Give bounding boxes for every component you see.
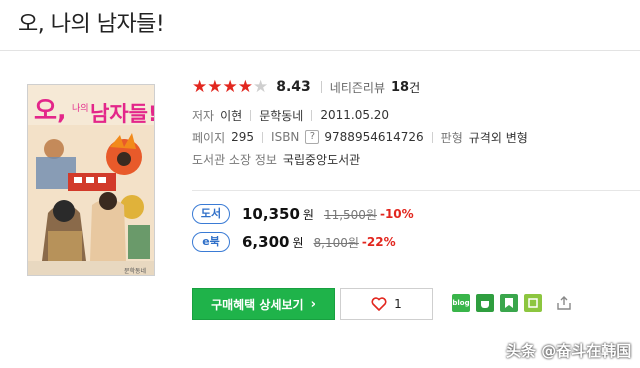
ebook-format-badge[interactable]: e북 (192, 232, 230, 252)
format-label: 판형 (440, 130, 463, 145)
ebook-original-price: 8,100원 (313, 235, 359, 250)
ebook-price: 6,300 (242, 233, 290, 251)
meta-separator (431, 131, 433, 143)
star-filled-icon: ★ (207, 76, 223, 97)
svg-text:나의: 나의 (72, 103, 89, 114)
review-count[interactable]: 18 (391, 80, 409, 95)
isbn-value: 9788954614726 (324, 130, 424, 144)
book-cover-image[interactable]: 오, 나의 남자들! 문학동네 (27, 84, 155, 276)
purchase-benefits-label: 구매혜택 상세보기 (211, 297, 304, 312)
meta-separator (311, 109, 313, 121)
bookmark-share-icon[interactable] (500, 294, 518, 312)
publisher-link[interactable]: 문학동네 (259, 107, 303, 124)
price-row-ebook: e북 6,300 원 8,100원 -22% (192, 231, 396, 253)
book-cover-illustration: 오, 나의 남자들! 문학동네 (28, 85, 155, 275)
star-filled-icon: ★ (222, 76, 238, 97)
purchase-benefits-button[interactable]: 구매혜택 상세보기 › (192, 288, 335, 320)
watermark-text: 头条 @奋斗在韩国 (506, 342, 632, 360)
book-original-price: 11,500원 (323, 207, 377, 222)
like-count: 1 (394, 297, 402, 311)
author-label: 저자 (192, 108, 215, 123)
pages-value: 295 (231, 130, 255, 144)
title-divider (0, 50, 640, 51)
blog-share-icon[interactable]: blog (452, 294, 470, 312)
book-info: ★ ★ ★ ★ ★ 8.43 네티즌리뷰 18 건 저자 이현 문학동네 2011.05.… (192, 76, 612, 169)
share-bar: blog (452, 293, 574, 313)
publish-date: 2011.05.20 (320, 108, 390, 122)
rating-stars: ★ ★ ★ ★ ★ (192, 76, 269, 97)
author-row: 저자 이현 문학동네 2011.05.20 (192, 105, 612, 125)
star-filled-icon: ★ (237, 76, 253, 97)
format-value: 규격외 변형 (468, 130, 528, 145)
rating-score: 8.43 (276, 79, 311, 95)
star-filled-icon: ★ (192, 76, 208, 97)
meta-separator (250, 109, 252, 121)
page-title: 오, 나의 남자들! (18, 12, 165, 37)
isbn-help-icon[interactable]: ? (305, 130, 320, 144)
cover-title: 오, (34, 96, 67, 125)
isbn-label: ISBN (271, 130, 300, 144)
library-row: 도서관 소장 정보 국립중앙도서관 (192, 149, 612, 169)
ebook-price-unit: 원 (292, 235, 304, 250)
pages-isbn-row: 페이지 295 ISBN ? 9788954614726 판형 규격외 변형 (192, 127, 612, 147)
library-label: 도서관 소장 정보 (192, 152, 277, 167)
price-divider (192, 190, 640, 191)
price-row-book: 도서 10,350 원 11,500원 -10% (192, 203, 414, 225)
star-empty-icon: ★ (253, 76, 269, 97)
svg-text:남자들!: 남자들! (90, 102, 155, 126)
author-link[interactable]: 이현 (220, 107, 242, 124)
chevron-right-icon: › (310, 296, 316, 312)
book-price: 10,350 (242, 205, 300, 223)
book-price-unit: 원 (302, 207, 314, 222)
book-format-badge[interactable]: 도서 (192, 204, 230, 224)
book-discount: -10% (379, 207, 414, 221)
library-link[interactable]: 국립중앙도서관 (283, 151, 360, 168)
svg-text:문학동네: 문학동네 (124, 267, 146, 275)
meta-separator (262, 131, 264, 143)
heart-icon (371, 297, 387, 311)
square-share-icon[interactable] (524, 294, 542, 312)
like-button[interactable]: 1 (340, 288, 433, 320)
review-count-unit: 건 (409, 80, 421, 95)
share-icon[interactable] (554, 293, 574, 313)
netizen-review-label[interactable]: 네티즌리뷰 (330, 79, 385, 96)
rating-row: ★ ★ ★ ★ ★ 8.43 네티즌리뷰 18 건 (192, 76, 612, 98)
cafe-share-icon[interactable] (476, 294, 494, 312)
pages-label: 페이지 (192, 130, 226, 145)
ebook-discount: -22% (361, 235, 396, 249)
rating-separator (320, 81, 322, 93)
